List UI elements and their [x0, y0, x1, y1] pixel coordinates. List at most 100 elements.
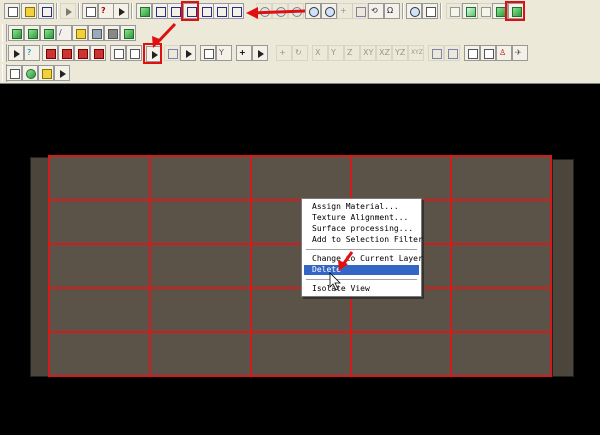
view-front-button[interactable]: [152, 3, 168, 19]
snap-tool-1[interactable]: [428, 45, 444, 61]
new-file-button[interactable]: [4, 3, 20, 19]
toolbar-grip[interactable]: [2, 44, 7, 62]
zoom-in-button[interactable]: [305, 3, 321, 19]
menu-change-to-current-layer[interactable]: Change to Current Layer: [304, 254, 423, 264]
display-mode-1-button[interactable]: [446, 3, 462, 19]
axis-y-button[interactable]: Y: [328, 45, 344, 61]
select-tool-3[interactable]: [74, 45, 90, 61]
3d-viewport[interactable]: Assign Material... Texture Alignment... …: [0, 84, 600, 435]
pointer-button[interactable]: [252, 45, 268, 61]
measure-button[interactable]: /: [56, 25, 72, 41]
grey-tool-button[interactable]: [104, 25, 120, 41]
walk-figure-icon: ♙: [499, 48, 507, 57]
yellow-tool-button[interactable]: [72, 25, 88, 41]
render-preview-button[interactable]: [422, 3, 438, 19]
wire-cube-icon: [202, 7, 212, 17]
view-back-button[interactable]: [213, 3, 229, 19]
edit-tool-5[interactable]: Y: [216, 45, 232, 61]
grid-line: [50, 287, 550, 289]
display-wire-icon: [466, 7, 476, 17]
blue-tool-button[interactable]: [88, 25, 104, 41]
axis-x-button[interactable]: X: [312, 45, 328, 61]
toolbar-grip[interactable]: [2, 24, 7, 42]
query-button[interactable]: ?: [24, 45, 40, 61]
pan-button[interactable]: [272, 3, 288, 19]
axis-yz-button[interactable]: YZ: [392, 45, 408, 61]
axis-xyz-button[interactable]: XYZ: [408, 45, 424, 61]
tool-a-button[interactable]: [464, 45, 480, 61]
filter-icon: Y: [219, 48, 224, 57]
view-shaded-button[interactable]: [136, 3, 152, 19]
snap-tool-2[interactable]: [444, 45, 460, 61]
selected-slab-surface[interactable]: [48, 155, 552, 377]
light-button[interactable]: [54, 65, 70, 81]
print-button[interactable]: [82, 3, 98, 19]
magnify-icon: [410, 7, 420, 17]
menu-delete[interactable]: Delete: [304, 265, 419, 275]
select-button[interactable]: [8, 45, 24, 61]
magnify-button[interactable]: [406, 3, 422, 19]
layer-button-3[interactable]: [40, 25, 56, 41]
select-tool-2[interactable]: [58, 45, 74, 61]
camera-button[interactable]: [38, 65, 54, 81]
select-arrow-icon: [14, 50, 20, 58]
snap-icon: [448, 49, 458, 59]
orbit-button[interactable]: Ω: [384, 3, 400, 19]
separator: [440, 3, 442, 19]
move-tool-button[interactable]: [352, 3, 368, 19]
rotate-axis-icon: ↻: [295, 48, 302, 57]
menu-assign-material[interactable]: Assign Material...: [304, 202, 419, 212]
grey-square-icon: [108, 29, 118, 39]
zoom-out-button[interactable]: [321, 3, 337, 19]
context-help-button[interactable]: [113, 3, 129, 19]
menu-isolate-view[interactable]: Isolate View: [304, 284, 419, 294]
tool-b-button[interactable]: [480, 45, 496, 61]
layer-button-2[interactable]: [24, 25, 40, 41]
wire-cube-icon: [217, 7, 227, 17]
menu-surface-processing[interactable]: Surface processing...: [304, 224, 419, 234]
zoom-window-icon: [292, 7, 302, 17]
display-mode-2-button[interactable]: [462, 3, 478, 19]
edit-tool-4[interactable]: [200, 45, 216, 61]
zoom-extents-button[interactable]: [256, 3, 272, 19]
walk-button[interactable]: ♙: [496, 45, 512, 61]
view-left-button[interactable]: [198, 3, 214, 19]
view-iso-button[interactable]: [228, 3, 244, 19]
axis-z-button[interactable]: Z: [344, 45, 360, 61]
help-button[interactable]: ?: [98, 3, 114, 19]
zoom-window-button[interactable]: [288, 3, 304, 19]
doc-button-1[interactable]: [110, 45, 126, 61]
folder-icon: [25, 7, 35, 17]
open-file-button[interactable]: [21, 3, 37, 19]
add-point-button[interactable]: +: [236, 45, 252, 61]
move-view-button[interactable]: +: [337, 3, 353, 19]
grid-line: [50, 199, 550, 201]
move-axis-button[interactable]: +: [276, 45, 292, 61]
measure-icon: /: [59, 28, 62, 37]
axis-xy-button[interactable]: XY: [360, 45, 376, 61]
menu-texture-alignment[interactable]: Texture Alignment...: [304, 213, 419, 223]
separator: [402, 3, 404, 19]
select-tool-4[interactable]: [90, 45, 106, 61]
rotate-view-button[interactable]: ⟲: [368, 3, 384, 19]
light-icon: [60, 70, 66, 78]
doc-button-2[interactable]: [126, 45, 142, 61]
display-mode-3-button[interactable]: [477, 3, 493, 19]
globe-button[interactable]: [22, 65, 38, 81]
axis-xz-button[interactable]: XZ: [376, 45, 392, 61]
layers-panel-button[interactable]: [6, 65, 22, 81]
layer-button-1[interactable]: [8, 25, 24, 41]
slab-left-edge: [30, 157, 50, 377]
select-tool-1[interactable]: [42, 45, 58, 61]
save-button[interactable]: [38, 3, 54, 19]
menu-add-to-selection-filter[interactable]: Add to Selection Filter: [304, 235, 423, 245]
fly-figure-icon: ✈: [515, 48, 522, 57]
fly-button[interactable]: ✈: [512, 45, 528, 61]
green-tool-button[interactable]: [120, 25, 136, 41]
slab-right-edge: [552, 159, 574, 377]
green-object-icon: [124, 29, 134, 39]
undo-button[interactable]: [60, 3, 76, 19]
rotate-axis-button[interactable]: ↻: [292, 45, 308, 61]
edit-tool-2[interactable]: [164, 45, 180, 61]
edit-tool-3[interactable]: [180, 45, 196, 61]
